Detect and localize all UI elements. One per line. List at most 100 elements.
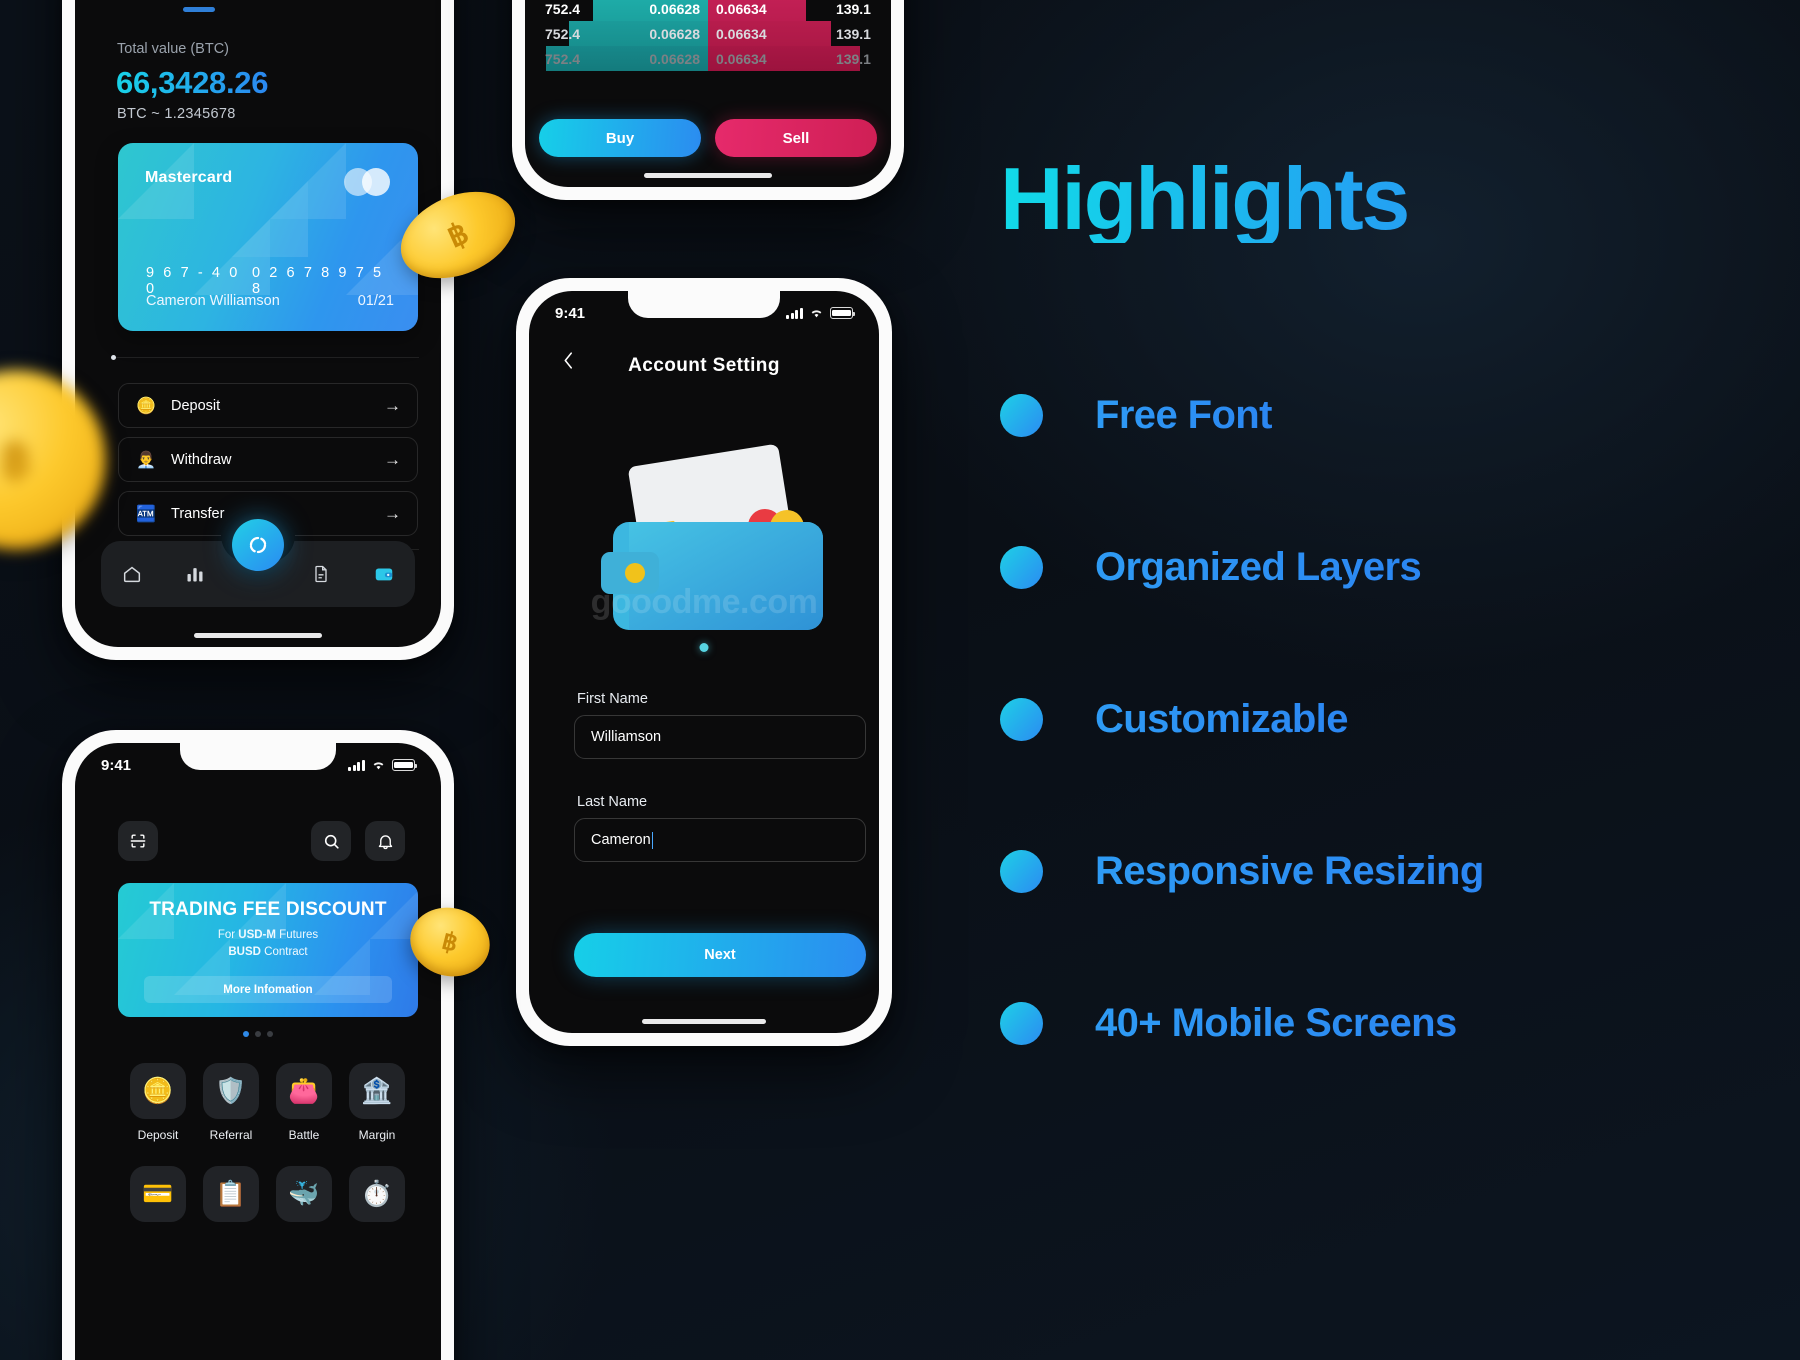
card-expiry: 01/21 <box>357 293 394 309</box>
tab-indicator <box>183 7 215 12</box>
list-item: Customizable <box>1000 643 1760 795</box>
bid-price: 0.06628 <box>649 25 700 42</box>
highlight-label: Organized Layers <box>1095 544 1422 589</box>
search-button[interactable] <box>311 821 351 861</box>
bullet-dot-icon <box>1000 1001 1043 1045</box>
promo-banner[interactable]: TRADING FEE DISCOUNT For USD-M Futures B… <box>118 883 418 1017</box>
action-row-withdraw[interactable]: 👨‍💼 Withdraw → <box>118 437 418 482</box>
order-book-bids: 752.4 0.06628 752.4 0.06628 752.4 0.0662… <box>539 0 708 101</box>
battery-icon <box>830 307 856 319</box>
nav-item-chart[interactable] <box>164 564 227 584</box>
promo-line1-bold: USD-M <box>238 929 276 941</box>
signal-icon <box>786 307 803 319</box>
list-item: Responsive Resizing <box>1000 795 1760 947</box>
pager-dot[interactable] <box>255 1031 261 1037</box>
back-button[interactable] <box>563 351 574 374</box>
grid-item-referral[interactable]: 🛡️ Referral <box>203 1063 259 1142</box>
phone-wallet: Total value (BTC) 66,3428.26 BTC ~ 1.234… <box>62 0 454 660</box>
table-row: 0.06634 139.1 <box>708 0 877 21</box>
highlights-panel: Highlights Free Font Organized Layers Cu… <box>1000 155 1760 1099</box>
pager-dot[interactable] <box>243 1031 249 1037</box>
buy-button[interactable]: Buy <box>539 119 701 157</box>
bid-price: 0.06628 <box>649 0 700 17</box>
battery-icon <box>392 759 418 771</box>
grid-item-battle[interactable]: 👛 Battle <box>276 1063 332 1142</box>
home-icon <box>124 566 141 583</box>
first-name-field[interactable]: Williamson <box>574 715 866 759</box>
table-row: 752.4 0.06628 <box>539 46 708 71</box>
search-icon <box>324 834 339 849</box>
grid-label: Referral <box>209 1128 253 1142</box>
carousel-pager <box>75 1031 441 1037</box>
promo-subtitle: For USD-M Futures BUSD Contract <box>118 927 418 961</box>
account-setting-screen: 9:41 Account Setting gooodme.com First N… <box>529 291 879 1033</box>
ask-amount: 139.1 <box>835 0 871 17</box>
card-brand-label: Mastercard <box>145 169 233 186</box>
grid-item-margin[interactable]: 🏦 Margin <box>349 1063 405 1142</box>
wifi-icon <box>373 762 384 770</box>
orderbook-screen: 752.4 0.06628 752.4 0.06628 752.4 0.0662… <box>525 0 891 187</box>
home-screen: 9:41 TRADING FEE DISCOUNT For USD-M Futu… <box>75 743 441 1360</box>
sell-button[interactable]: Sell <box>715 119 877 157</box>
action-row-deposit[interactable]: 🪙 Deposit → <box>118 383 418 428</box>
nav-item-orders[interactable] <box>289 563 352 585</box>
bottom-nav <box>101 519 415 607</box>
bid-amount: 752.4 <box>545 25 581 42</box>
status-time: 9:41 <box>555 304 586 322</box>
promo-line1-pre: For <box>217 929 239 941</box>
fab-button[interactable] <box>232 519 284 571</box>
status-time: 9:41 <box>101 756 132 774</box>
action-label: Deposit <box>171 397 221 414</box>
wallet-icon <box>375 568 392 581</box>
scan-button[interactable] <box>118 821 158 861</box>
mastercard-logo-icon <box>344 168 390 196</box>
last-name-value: Cameron <box>591 832 651 848</box>
notch <box>628 291 780 318</box>
notification-button[interactable] <box>365 821 405 861</box>
grid-item-card[interactable]: 💳 <box>130 1166 186 1222</box>
watermark: gooodme.com <box>590 583 818 621</box>
status-icons <box>348 759 418 771</box>
more-information-button[interactable]: More Infomation <box>144 976 392 1003</box>
page-dot-indicator <box>699 643 709 652</box>
nav-item-home[interactable] <box>101 563 164 585</box>
coins-exchange-icon: 🪙 <box>136 397 156 415</box>
total-value-btc: BTC ~ 1.2345678 <box>117 106 236 122</box>
bullet-dot-icon <box>1000 697 1043 741</box>
home-indicator <box>644 173 772 178</box>
arrow-right-icon: → <box>384 503 401 523</box>
nav-header: Account Setting <box>529 349 879 383</box>
grid-label: Margin <box>358 1128 396 1142</box>
phone-orderbook: 752.4 0.06628 752.4 0.06628 752.4 0.0662… <box>512 0 904 200</box>
highlight-label: Customizable <box>1095 696 1348 741</box>
total-value-label: Total value (BTC) <box>117 41 230 57</box>
table-row: 752.4 0.06628 <box>539 0 708 21</box>
text-caret <box>651 831 654 849</box>
next-button[interactable]: Next <box>574 933 866 977</box>
signal-icon <box>348 759 365 771</box>
chevron-left-icon <box>564 352 573 369</box>
whale-icon: 🐳 <box>276 1166 332 1222</box>
grid-label: Battle <box>288 1128 320 1142</box>
grid-item-clock[interactable]: ⏱️ <box>349 1166 405 1222</box>
grid-item-deposit[interactable]: 🪙 Deposit <box>130 1063 186 1142</box>
home-indicator <box>642 1019 766 1024</box>
last-name-field[interactable]: Cameron <box>574 818 866 862</box>
highlights-list: Free Font Organized Layers Customizable … <box>1000 339 1760 1099</box>
highlights-title: Highlights <box>1000 155 1760 243</box>
promo-line2-bold: BUSD <box>228 946 261 958</box>
phone-account-setting: 9:41 Account Setting gooodme.com First N… <box>516 278 892 1046</box>
nav-item-wallet[interactable] <box>352 563 415 585</box>
card-icon: 💳 <box>130 1166 186 1222</box>
grid-item-notes[interactable]: 📋 <box>203 1166 259 1222</box>
action-label: Transfer <box>171 505 225 522</box>
action-label: Withdraw <box>171 451 232 468</box>
status-icons <box>786 307 856 319</box>
divider-top <box>111 355 419 360</box>
home-indicator <box>194 633 322 638</box>
ask-price: 0.06634 <box>716 0 767 17</box>
credit-card[interactable]: Mastercard 9 6 7 - 4 0 0 0 2 6 7 8 9 7 5… <box>118 143 418 331</box>
ask-amount: 139.1 <box>835 25 871 42</box>
pager-dot[interactable] <box>267 1031 273 1037</box>
grid-item-whale[interactable]: 🐳 <box>276 1166 332 1222</box>
